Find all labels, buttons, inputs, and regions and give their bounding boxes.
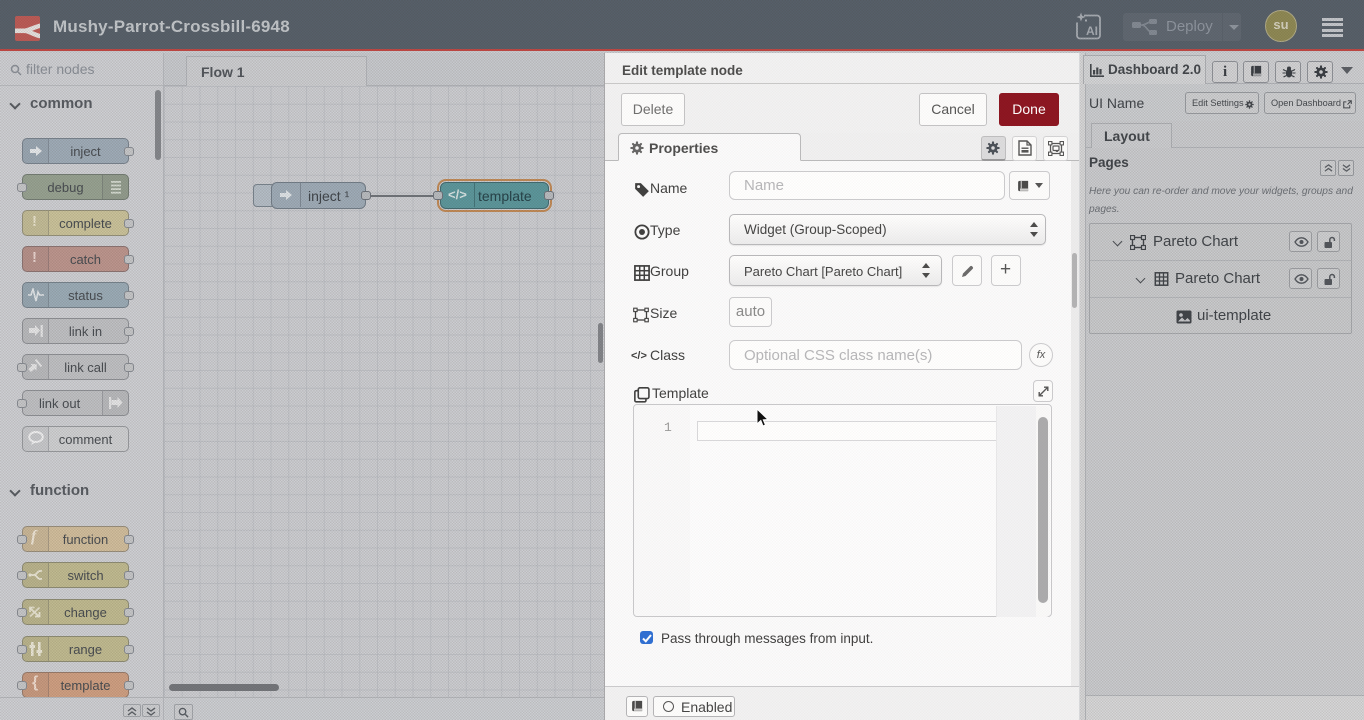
svg-text:AI: AI [1086,24,1098,38]
